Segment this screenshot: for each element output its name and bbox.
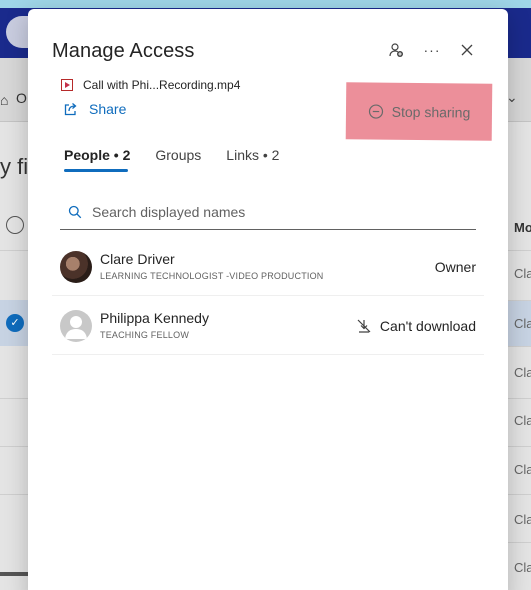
horizontal-scrollbar (0, 572, 30, 576)
file-name: Call with Phi...Recording.mp4 (83, 78, 241, 92)
toolbar-label: O (16, 90, 27, 106)
select-all-radio (6, 216, 24, 234)
row-divider (0, 446, 30, 447)
permission-text: Can't download (379, 318, 476, 334)
tab-people[interactable]: People • 2 (64, 147, 130, 172)
row-divider (508, 494, 531, 495)
add-person-icon (389, 43, 403, 57)
checkmark-icon: ✓ (6, 314, 24, 332)
column-cell: Cla (514, 512, 531, 527)
share-icon (64, 103, 77, 116)
row-divider (0, 398, 30, 399)
row-divider (508, 542, 531, 543)
person-row[interactable]: Clare Driver LEARNING TECHNOLOGIST -VIDE… (52, 237, 484, 296)
column-cell: Cla (514, 462, 531, 477)
permission-text: Owner (434, 259, 476, 275)
close-icon (461, 44, 473, 56)
manage-access-dialog: Manage Access ··· Call with Phi...Record… (28, 9, 508, 590)
stop-sharing-label: Stop sharing (391, 103, 471, 121)
column-header: Mo (514, 220, 531, 235)
more-options-button[interactable]: ··· (421, 39, 443, 61)
modified-by-column: Mo Cla Cla Cla Cla Cla Cla Cla (508, 196, 531, 590)
avatar (60, 251, 92, 283)
stop-sharing-button[interactable]: Stop sharing (345, 82, 493, 141)
person-role: TEACHING FELLOW (100, 330, 190, 340)
avatar (60, 310, 92, 342)
share-button[interactable]: Share (63, 101, 126, 117)
stop-sharing-icon (368, 103, 383, 119)
column-cell: Cla (514, 316, 531, 331)
column-cell: Cla (514, 413, 531, 428)
permission-label: Owner (435, 259, 476, 275)
toolbar-icon: ⌂ (0, 92, 9, 108)
tab-groups[interactable]: Groups (155, 147, 201, 172)
row-divider (508, 398, 531, 399)
tab-links[interactable]: Links • 2 (226, 147, 279, 172)
column-cell: Cla (514, 560, 531, 575)
column-cell: Cla (514, 266, 531, 281)
permission-dropdown[interactable]: Can't download (356, 318, 476, 334)
access-tabs: People • 2 Groups Links • 2 (64, 147, 304, 172)
add-person-button[interactable] (385, 39, 407, 61)
close-button[interactable] (456, 39, 478, 61)
row-divider (0, 250, 30, 251)
no-download-icon (357, 319, 371, 333)
row-divider (0, 494, 30, 495)
video-file-icon (61, 79, 73, 91)
search-input[interactable] (92, 204, 432, 220)
row-divider (508, 250, 531, 251)
column-cell: Cla (514, 365, 531, 380)
person-role: LEARNING TECHNOLOGIST -VIDEO PRODUCTION (100, 271, 324, 281)
person-icon (65, 316, 87, 339)
file-info: Call with Phi...Recording.mp4 (61, 78, 240, 92)
person-name: Clare Driver (100, 251, 175, 267)
search-box[interactable] (60, 195, 476, 230)
row-divider (508, 300, 531, 301)
more-options-icon: ··· (423, 42, 441, 58)
search-icon (68, 205, 82, 219)
person-name: Philippa Kennedy (100, 310, 209, 326)
share-label: Share (89, 101, 127, 117)
row-divider (508, 346, 531, 347)
dialog-title: Manage Access (52, 40, 195, 62)
row-divider (508, 446, 531, 447)
person-row[interactable]: Philippa Kennedy TEACHING FELLOW Can't d… (52, 296, 484, 355)
top-strip (0, 0, 531, 8)
